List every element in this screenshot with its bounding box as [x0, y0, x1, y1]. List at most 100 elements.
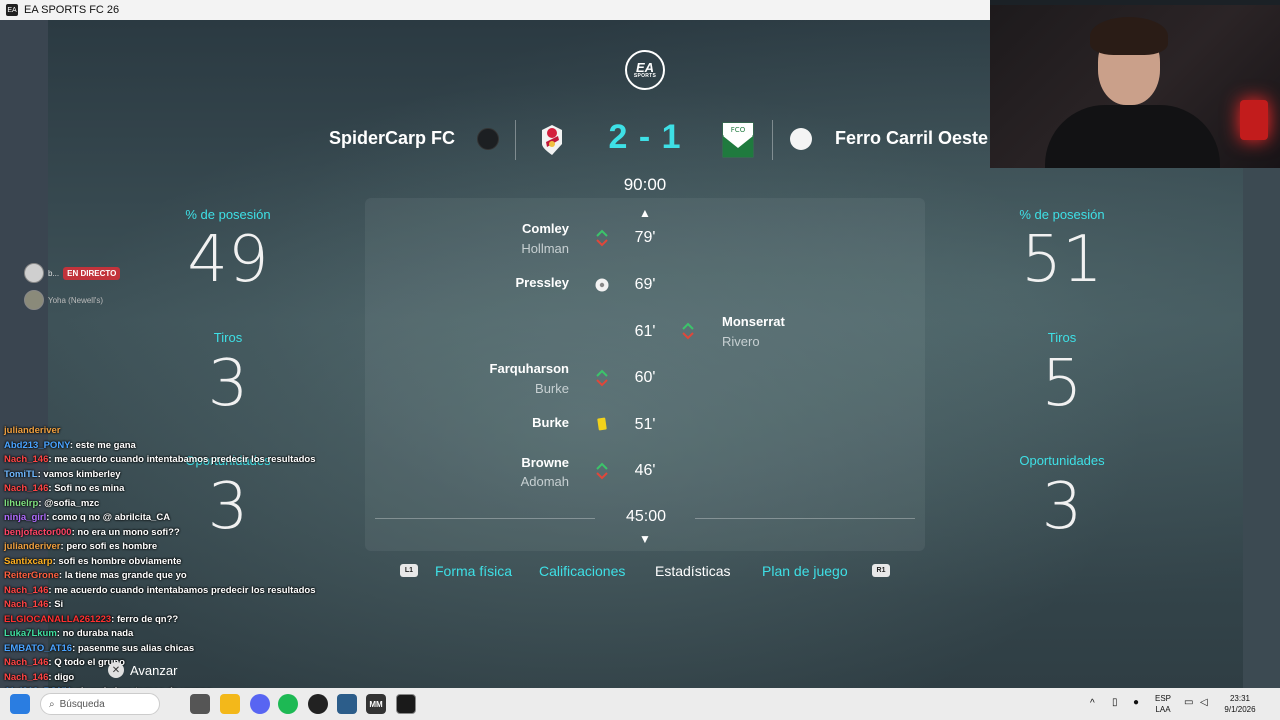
chat-username: EMBATO_AT16 [4, 642, 73, 654]
tab-estadisticas[interactable]: Estadísticas [655, 563, 730, 579]
chat-message: julianderiver [4, 425, 344, 440]
substitution-icon [596, 462, 608, 480]
chat-message: Santixcarp: sofi es hombre obviamente [4, 555, 182, 567]
event-minute: 46' [634, 462, 656, 479]
ea-app-icon[interactable] [396, 694, 416, 714]
chat-username: benjofactor000 [4, 526, 72, 538]
event-player-out: Rivero [722, 334, 760, 349]
avatar [24, 263, 44, 283]
discord-icon[interactable] [250, 694, 270, 714]
chat-message: ELGIOCANALLA261223: ferro de qn?? [4, 613, 179, 625]
chat-text: Sofi no es mina [54, 483, 125, 494]
app-icon[interactable] [337, 694, 357, 714]
keyboard-layout: LAA [1155, 705, 1171, 714]
tab-calificaciones[interactable]: Calificaciones [539, 563, 625, 579]
chat-text: no duraba nada [62, 628, 134, 639]
l1-button-icon[interactable]: L1 [400, 564, 418, 577]
home-possession-label: % de posesión [185, 207, 271, 222]
home-team-name: SpiderCarp FC [328, 128, 455, 148]
microphone-icon[interactable]: ● [1133, 697, 1139, 708]
away-team-name: Ferro Carril Oeste [835, 128, 989, 148]
scroll-down-arrow-icon[interactable]: ▼ [638, 532, 652, 546]
chat-text: no era un mono sofi?? [77, 526, 180, 538]
svg-text:FCO: FCO [731, 126, 746, 134]
tab-plan-de-juego[interactable]: Plan de juego [762, 563, 848, 579]
event-minute: 61' [634, 323, 656, 340]
chat-username: ReiterGrone [4, 570, 59, 581]
chat-username: Nach_146 [4, 657, 49, 668]
chat-text: sofi es hombre obviamente [58, 555, 182, 567]
window-title: EA SPORTS FC 26 [24, 4, 120, 16]
volume-icon[interactable]: ◁ [1200, 697, 1208, 708]
chat-message: ninja_girl: como q no @ abrilcita_CA [4, 512, 171, 523]
chat-username: Nach_146 [4, 483, 49, 494]
taskbar-search[interactable]: ⌕ Búsqueda [40, 693, 160, 715]
chat-username: Nach_146 [4, 584, 49, 596]
language-indicator[interactable]: ESP LAA [1155, 693, 1171, 715]
tab-forma-fisica[interactable]: Forma física [435, 563, 512, 579]
live-indicator: b... EN DIRECTO [24, 263, 121, 283]
divider [515, 120, 516, 160]
advance-button[interactable]: ✕ Avanzar [108, 662, 177, 678]
chat-text: pasenme sus alias chicas [77, 642, 195, 654]
app-icon: EA [6, 4, 18, 16]
network-icon[interactable]: ▭ [1184, 697, 1193, 708]
chat-message: lihuelrp: @sofia_mzc [4, 497, 100, 509]
spotify-icon[interactable] [278, 694, 298, 714]
chat-message: TomiTL: vamos kimberley [4, 468, 121, 480]
chat-username: julianderiver [4, 425, 61, 436]
language-code: ESP [1155, 694, 1172, 703]
chat-username: Nach_146 [4, 454, 49, 465]
chat-message: Abd213_PONY: este me gana [4, 439, 136, 451]
file-explorer-icon[interactable] [220, 694, 240, 714]
chat-message: EMBATO_AT16: pasenme sus alias chicas [4, 642, 195, 654]
start-icon[interactable] [10, 694, 30, 714]
task-view-icon[interactable] [190, 694, 210, 714]
event-minute: 51' [634, 416, 656, 433]
halftime-divider-right [695, 518, 915, 519]
match-score: 2 - 1 [608, 118, 682, 156]
event-minute: 69' [634, 276, 656, 293]
yellow-card-icon [597, 417, 607, 431]
chat-text: este me gana [75, 439, 136, 451]
chat-message: benjofactor000: no era un mono sofi?? [4, 526, 180, 538]
chat-message: Nach_146: Sofi no es mina [4, 483, 125, 494]
chevron-up-icon[interactable]: ^ [1090, 698, 1095, 709]
chat-text: me acuerdo cuando intentabamos predecir … [54, 584, 316, 596]
live-badge: EN DIRECTO [63, 266, 121, 280]
substitution-icon [596, 229, 608, 247]
event-player-in: Comley [522, 221, 569, 236]
scroll-up-arrow-icon[interactable]: ▲ [638, 206, 652, 220]
obs-icon[interactable] [308, 694, 328, 714]
event-minute: 60' [634, 369, 656, 386]
away-shots-value: 5 [1041, 347, 1083, 421]
window-titlebar: EA EA SPORTS FC 26 [0, 0, 990, 20]
home-team-crest-icon [542, 125, 562, 155]
ea-sports-logo: EA SPORTS [625, 50, 665, 90]
clock[interactable]: 23:31 9/1/2026 [1218, 693, 1262, 715]
second-user-indicator: Yoha (Newell's) [24, 290, 103, 310]
match-clock: 90:00 [623, 175, 667, 194]
mm-app-icon[interactable]: MM [366, 694, 386, 714]
chat-text: me acuerdo cuando intentabamos predecir … [54, 454, 316, 465]
r1-button-icon[interactable]: R1 [872, 564, 890, 577]
event-player-out: Hollman [521, 241, 569, 256]
event-player: Pressley [515, 275, 570, 290]
battery-icon[interactable]: ▯ [1112, 697, 1118, 708]
advance-label: Avanzar [130, 662, 178, 678]
streamer-body [1045, 105, 1220, 168]
chat-username: Abd213_PONY [4, 439, 70, 451]
away-possession-value: 51 [1021, 223, 1103, 297]
substitution-icon [682, 322, 694, 340]
event-player-in: Browne [521, 455, 569, 470]
chat-username: TomiTL [4, 468, 38, 480]
home-shots-label: Tiros [213, 330, 243, 345]
chat-text: la tiene mas grande que yo [64, 570, 187, 581]
taskbar: ⌕ Búsqueda MM ^ ▯ ● ESP LAA ▭ ◁ 23:31 9/… [0, 688, 1280, 720]
away-kit-color-icon [790, 128, 812, 150]
chat-text: como q no @ abrilcita_CA [52, 512, 171, 523]
avatar [24, 290, 44, 310]
webcam-overlay [990, 5, 1280, 168]
halftime-label: 45:00 [625, 508, 667, 525]
away-team-crest-icon: FCO [722, 122, 754, 158]
